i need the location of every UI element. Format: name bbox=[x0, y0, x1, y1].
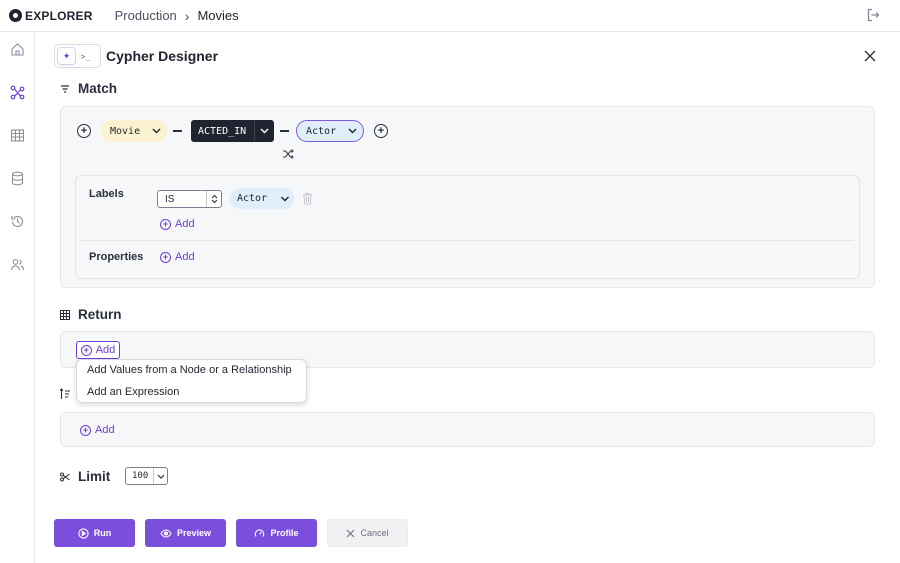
app-name: EXPLORER bbox=[25, 8, 93, 23]
trash-icon[interactable] bbox=[302, 192, 313, 205]
users-icon[interactable] bbox=[10, 257, 25, 272]
play-icon bbox=[78, 527, 89, 539]
add-order-button[interactable]: + Add bbox=[80, 424, 115, 436]
limit-section-title: Limit bbox=[60, 469, 110, 484]
relationship-select[interactable]: ACTED_IN bbox=[191, 120, 274, 142]
connector-line bbox=[280, 130, 289, 132]
match-title: Match bbox=[78, 81, 118, 96]
add-label-button[interactable]: + Add bbox=[160, 218, 195, 230]
breadcrumb-current: Movies bbox=[197, 8, 239, 23]
return-section-title: Return bbox=[60, 307, 122, 322]
add-after-icon[interactable]: + bbox=[374, 124, 388, 138]
sidebar bbox=[0, 32, 35, 563]
swap-direction-icon[interactable] bbox=[282, 148, 294, 160]
add-property-button[interactable]: + Add bbox=[160, 251, 195, 263]
limit-value: 100 bbox=[132, 471, 149, 481]
sort-icon bbox=[59, 388, 70, 399]
source-node-label: Movie bbox=[110, 125, 141, 137]
add-label-text: Add bbox=[175, 218, 195, 230]
limit-select[interactable]: 100 bbox=[125, 467, 168, 485]
chevron-right-icon: › bbox=[184, 7, 190, 24]
label-operator-select[interactable]: IS bbox=[157, 190, 222, 208]
cancel-button[interactable]: Cancel bbox=[327, 519, 408, 547]
relationship-label: ACTED_IN bbox=[198, 125, 247, 137]
divider bbox=[80, 240, 854, 241]
chevron-down-icon bbox=[254, 121, 274, 141]
designer-title: Cypher Designer bbox=[106, 48, 219, 64]
label-value: Actor bbox=[237, 193, 268, 204]
limit-title: Limit bbox=[78, 469, 111, 484]
source-node-select[interactable]: Movie bbox=[101, 120, 167, 142]
menu-item-node-values[interactable]: Add Values from a Node or a Relationship bbox=[87, 364, 292, 376]
chevron-down-icon bbox=[147, 122, 165, 140]
history-icon[interactable] bbox=[10, 214, 25, 229]
properties-label: Properties bbox=[89, 251, 144, 263]
order-panel bbox=[60, 412, 875, 447]
sparkle-icon[interactable]: ✦ bbox=[57, 47, 76, 65]
run-label: Run bbox=[93, 528, 112, 538]
close-icon[interactable] bbox=[863, 49, 877, 63]
label-value-select[interactable]: Actor bbox=[230, 188, 294, 209]
run-button[interactable]: Run bbox=[54, 519, 135, 547]
profile-label: Profile bbox=[270, 528, 299, 538]
breadcrumb: Production › Movies bbox=[115, 8, 239, 24]
scissors-icon bbox=[60, 472, 70, 481]
logout-icon[interactable] bbox=[866, 8, 880, 22]
chevron-down-icon bbox=[153, 468, 167, 484]
connector-line bbox=[173, 130, 182, 132]
label-operator-value: IS bbox=[165, 193, 175, 205]
table-icon[interactable] bbox=[10, 128, 25, 143]
add-order-text: Add bbox=[95, 424, 115, 436]
target-node-select[interactable]: Actor bbox=[296, 120, 364, 142]
terminal-icon[interactable]: >_ bbox=[76, 47, 95, 65]
breadcrumb-parent[interactable]: Production bbox=[115, 8, 177, 23]
grid-icon bbox=[60, 309, 70, 320]
match-section-title: Match bbox=[60, 81, 117, 96]
chevron-down-icon bbox=[343, 122, 361, 140]
eye-icon bbox=[160, 528, 172, 538]
editor-mode-toggle: ✦ >_ bbox=[54, 44, 101, 68]
gauge-icon bbox=[254, 528, 265, 539]
preview-button[interactable]: Preview bbox=[145, 519, 226, 547]
plus-circle-icon: + bbox=[80, 344, 92, 356]
labels-label: Labels bbox=[89, 188, 124, 200]
home-icon[interactable] bbox=[10, 42, 25, 57]
filter-icon bbox=[61, 84, 69, 93]
graph-icon[interactable] bbox=[10, 85, 25, 100]
updown-icon bbox=[206, 191, 221, 207]
cancel-label: Cancel bbox=[360, 528, 389, 538]
return-add-menu: Add Values from a Node or a Relationship… bbox=[76, 359, 307, 403]
preview-label: Preview bbox=[176, 528, 212, 538]
add-return-button[interactable]: + Add bbox=[76, 341, 120, 359]
chevron-down-icon bbox=[281, 196, 289, 201]
add-return-text: Add bbox=[95, 344, 116, 356]
add-before-icon[interactable]: + bbox=[77, 124, 91, 138]
return-title: Return bbox=[78, 307, 122, 322]
app-logo[interactable]: EXPLORER bbox=[9, 9, 93, 23]
close-icon bbox=[346, 529, 355, 538]
plus-circle-icon: + bbox=[160, 218, 171, 230]
logo-icon bbox=[9, 9, 22, 22]
database-icon[interactable] bbox=[10, 171, 25, 186]
profile-button[interactable]: Profile bbox=[236, 519, 317, 547]
top-bar: EXPLORER Production › Movies bbox=[0, 0, 900, 32]
plus-circle-icon: + bbox=[80, 424, 91, 436]
add-property-text: Add bbox=[175, 251, 195, 263]
target-node-label: Actor bbox=[306, 125, 337, 137]
menu-item-expression[interactable]: Add an Expression bbox=[87, 386, 179, 398]
plus-circle-icon: + bbox=[160, 251, 171, 263]
